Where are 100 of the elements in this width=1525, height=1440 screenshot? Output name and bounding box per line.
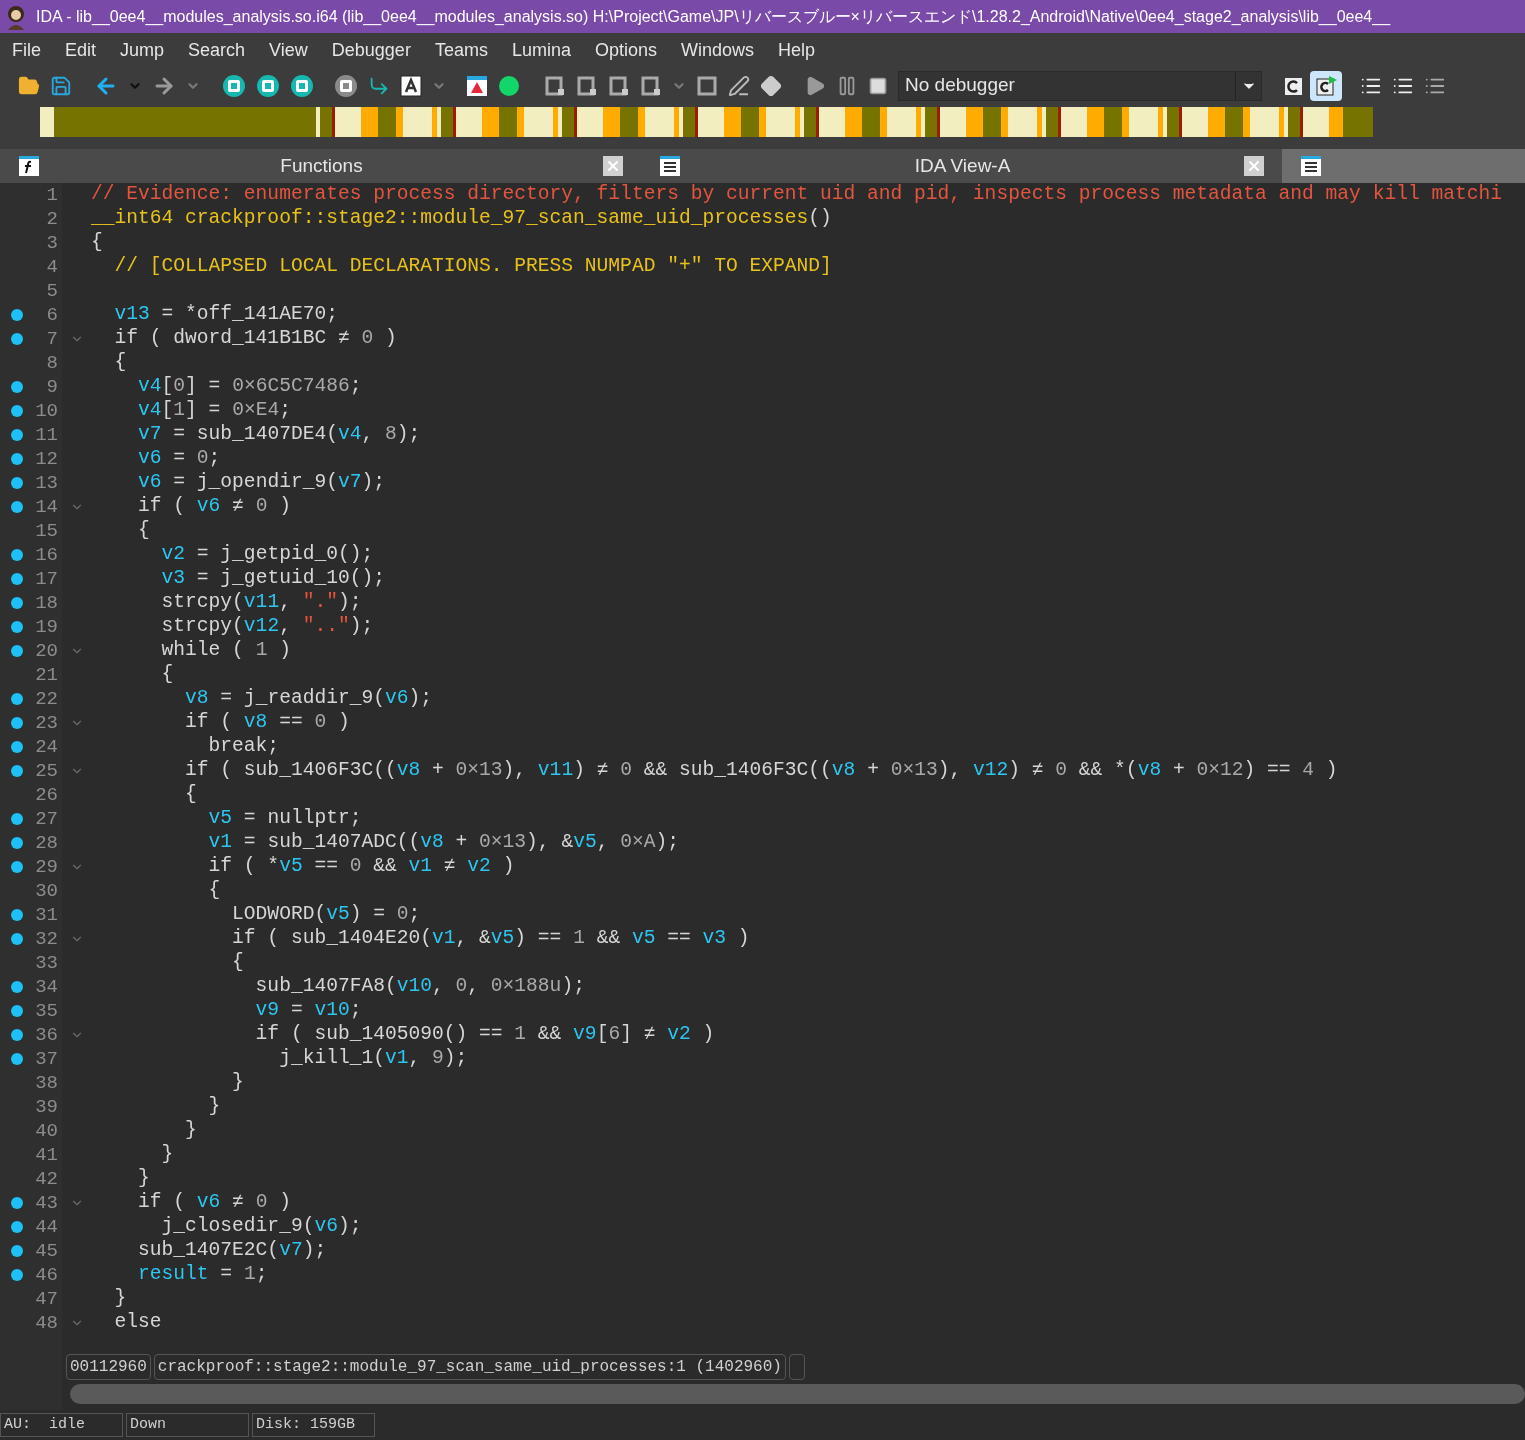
line-number: 31 [35,902,58,928]
line-number: 41 [35,1142,58,1168]
line-number: 1 [46,182,58,208]
line-number: 40 [35,1118,58,1144]
code-line: v3 = j_getuid_10(); [160,566,385,592]
line-number: 18 [35,590,58,616]
code-line: if ( v8 == 0 ) [184,710,350,736]
menu-item[interactable]: Edit [53,37,109,64]
line-number: 8 [46,350,58,376]
code-line: LODWORD(v5) = 0; [231,902,421,928]
line-number: 35 [35,998,58,1024]
code-line: { [207,878,221,904]
code-line: { [137,518,150,544]
code-line: if ( v6 ≠ 0 ) [137,1190,291,1216]
debugger-select[interactable]: No debugger [898,70,1262,101]
code-line: if ( v6 ≠ 0 ) [137,494,291,520]
menu-item[interactable]: Jump [108,37,177,64]
horizontal-scrollbar[interactable] [70,1384,1525,1404]
code-line: } [184,1118,197,1144]
code-line: v4[1] = 0×E4; [137,398,291,424]
line-number: 22 [35,686,58,712]
code-line: } [160,1142,174,1168]
menu-item[interactable]: Search [176,37,258,64]
code-line: v1 = sub_1407ADC((v8 + 0×13), &v5, 0×A); [207,830,680,856]
line-number: 26 [35,782,58,808]
code-line: if ( sub_1404E20(v1, &v5) == 1 && v5 == v3 ) [231,926,750,952]
line-number: 3 [46,230,58,256]
code-line: j_kill_1(v1, 9); [278,1046,468,1072]
code-line: v6 = j_opendir_9(v7); [137,470,385,496]
menu-item[interactable]: Debugger [319,37,423,64]
code-line: v9 = v10; [254,998,362,1024]
code-line: } [137,1166,150,1192]
line-number: 29 [35,854,58,880]
tab[interactable] [1282,149,1525,183]
line-number: 45 [35,1238,58,1264]
address-field: 00112960 [66,1354,151,1380]
function-icon [18,155,40,177]
line-number: 39 [35,1094,58,1120]
status-field: AU: idle [0,1413,123,1437]
code-line: else [113,1310,162,1336]
decompile-run-icon[interactable] [1310,70,1342,101]
window-title: IDA - lib__0ee4__modules_analysis.so.i64 (lib__0ee4__modules_analysis.so) H:\Project\Game\JP\リバースブルー×リバースエンド\1.28.2_Android\Native\0ee4_stage2_analysis\lib__0ee4__ [36,6,1391,28]
line-number: 2 [46,206,58,232]
line-number: 23 [35,710,58,736]
status-field: Disk: 159GB [252,1413,375,1437]
code-line: sub_1407E2C(v7); [137,1238,327,1264]
line-number: 11 [35,422,58,448]
line-number: 24 [35,734,58,760]
line-number: 15 [35,518,58,544]
code-line: while ( 1 ) [160,638,291,664]
code-line: v4[0] = 0×6C5C7486; [137,374,362,400]
line-number: 47 [35,1286,58,1312]
code-line: } [207,1094,221,1120]
code-line: { [231,950,244,976]
line-number: 4 [46,254,58,280]
menu-item[interactable]: Lumina [499,37,583,64]
code-line: v7 = sub_1407DE4(v4, 8); [137,422,421,448]
code-line: { [160,662,174,688]
code-line: strcpy(v12, ".."); [160,614,374,640]
line-number: 37 [35,1046,58,1072]
menu-item[interactable]: Teams [422,37,500,64]
status-field: Down [126,1413,249,1437]
code-line: { [91,230,103,256]
code-line: if ( sub_1406F3C((v8 + 0×13), v11) ≠ 0 && sub_1406F3C((v8 + 0×13), v12) ≠ 0 && *(v8 + 0×12) == 4 ) [184,758,1338,784]
code-line: if ( sub_1405090() == 1 && v9[6] ≠ v2 ) [254,1022,715,1048]
line-number: 17 [35,566,58,592]
line-number: 32 [35,926,58,952]
line-number: 10 [35,398,58,424]
list-icon [659,155,681,177]
menu-item[interactable]: Help [766,37,828,64]
line-number: 28 [35,830,58,856]
code-line: v13 = *off_141AE70; [113,302,338,328]
code-line: if ( dword_141B1BC ≠ 0 ) [113,326,397,352]
comment-line: // Evidence: enumerates process directory, filters by current uid and pid, inspects process metadata and may kill matchi [91,183,1502,208]
code-line: strcpy(v11, "."); [160,590,362,616]
code-line: { [113,350,127,376]
line-number: 43 [35,1190,58,1216]
line-number: 5 [46,278,58,304]
code-line: v6 = 0; [137,446,221,472]
code-line: { [184,782,197,808]
menu-item[interactable]: View [257,37,320,64]
code-line: // [COLLAPSED LOCAL DECLARATIONS. PRESS NUMPAD "+" TO EXPAND] [113,254,832,280]
line-number: 48 [35,1310,58,1336]
line-number: 9 [46,374,58,400]
code-line: v8 = j_readdir_9(v6); [184,686,433,712]
menu-item[interactable]: Options [582,37,669,64]
line-number: 16 [35,542,58,568]
code-line: result = 1; [137,1262,268,1288]
line-number: 46 [35,1262,58,1288]
line-number: 19 [35,614,58,640]
menu-item[interactable]: Windows [669,37,766,64]
line-number: 33 [35,950,58,976]
line-number: 12 [35,446,58,472]
list-icon [1300,155,1322,177]
line-number: 14 [35,494,58,520]
code-line: break; [207,734,280,760]
menu-item[interactable]: File [0,37,53,64]
line-number: 20 [35,638,58,664]
line-number: 42 [35,1166,58,1192]
code-line: v5 = nullptr; [207,806,362,832]
